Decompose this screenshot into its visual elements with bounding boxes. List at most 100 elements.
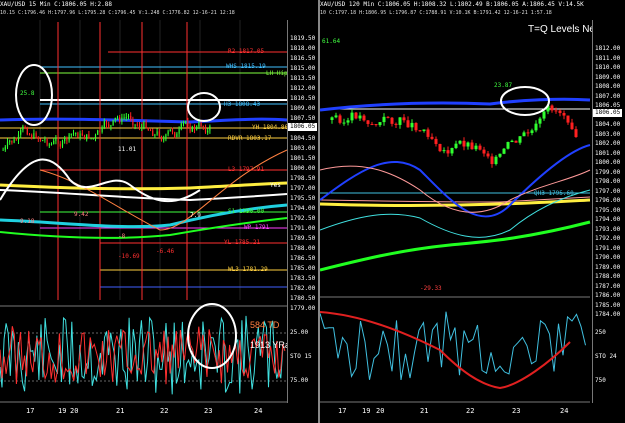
osc-tick: 750 <box>595 377 606 384</box>
price-tick: 1785.00 <box>290 265 316 272</box>
right-chart-subheader: 10 C:1797.18 H:1806.95 L:1796.87 C:1788.… <box>320 10 552 16</box>
date-label: 24 <box>254 407 263 415</box>
price-tick: 1813.50 <box>290 75 316 82</box>
left-chart-header: XAU/USD 15 Min C:1806.05 H:2.88 <box>0 0 318 9</box>
level-wp: WP 1791 <box>244 224 270 231</box>
date-label: 17 <box>338 407 347 415</box>
price-tick: 1782.00 <box>290 285 316 292</box>
osc-tick: 250 <box>595 329 606 336</box>
price-tick: 1780.50 <box>290 295 316 302</box>
level-rdvr: RDVR 1803.17 <box>228 135 272 142</box>
price-tick: 1786.00 <box>595 292 621 299</box>
level-yh: YH 1804.86 <box>252 124 289 131</box>
price-tick: 1807.00 <box>595 92 621 100</box>
right-chart-canvas <box>320 86 591 403</box>
price-tick: 1795.50 <box>290 195 316 202</box>
price-tick: 1785.00 <box>595 301 621 309</box>
price-tick: 1784.00 <box>595 311 621 318</box>
left-chart-canvas <box>0 20 290 403</box>
price-tick: 1802.00 <box>595 140 621 147</box>
price-tick: 1790.00 <box>595 254 621 261</box>
price-tick: 1804.00 <box>595 121 621 128</box>
annotation: 9.18 <box>20 218 35 225</box>
price-tick: 1779.00 <box>290 305 316 312</box>
price-tick: 1811.00 <box>595 54 621 62</box>
price-tick: 1791.00 <box>290 225 316 232</box>
annotation: 25.8 <box>20 90 35 97</box>
level-yl: YL 1785.21 <box>224 239 261 246</box>
date-label: 24 <box>560 407 569 415</box>
annotation: 7.9 <box>190 212 201 219</box>
price-tick: 1796.00 <box>595 197 621 204</box>
level-qh3: QH3 1795.60 <box>534 190 574 197</box>
price-tick: 1819.50 <box>290 35 316 42</box>
price-tick: 1794.00 <box>290 205 316 212</box>
date-label: 19 <box>362 407 371 415</box>
level-h3: H3 1808.43 <box>224 101 261 108</box>
price-tick: 1816.50 <box>290 55 316 62</box>
right-date-axis[interactable]: 17 19 20 21 22 23 24 <box>320 403 592 423</box>
right-price-axis[interactable]: 1812.00 1811.00 1810.00 1809.00 1808.00 1807.… <box>592 20 625 403</box>
left-date-axis[interactable]: 17 19 20 21 22 23 24 <box>0 403 287 423</box>
osc-tick: 25.00 <box>290 329 309 336</box>
annotation: -29.33 <box>420 285 442 292</box>
price-tick: 1786.50 <box>290 255 316 262</box>
level-wl3: WL3 1781.29 <box>228 266 268 273</box>
date-label: 20 <box>70 407 79 415</box>
date-label: 19 <box>58 407 67 415</box>
price-tick: 1792.00 <box>595 235 621 242</box>
price-tick: 1807.50 <box>290 115 316 122</box>
price-tick: 1797.00 <box>290 185 316 192</box>
left-chart-subheader: 10.15 C:1796.46 H:1797.96 L:1795.28 C:17… <box>0 10 235 16</box>
osc-tick: 75.00 <box>290 377 309 384</box>
price-tick: 1801.00 <box>595 149 621 157</box>
price-tick: 1812.00 <box>290 85 316 92</box>
date-label: 22 <box>160 407 169 415</box>
date-label: 20 <box>376 407 385 415</box>
price-tick: 1798.50 <box>290 175 316 182</box>
date-label: 23 <box>512 407 521 415</box>
annotation: 9.42 <box>74 211 89 218</box>
annotation: 11.01 <box>118 146 137 153</box>
price-tick: 1798.00 <box>595 178 621 185</box>
current-price-box: 1806.05 <box>593 109 623 117</box>
osc-td-label: 584 TD <box>250 320 280 330</box>
price-tick: 1788.00 <box>290 245 316 252</box>
price-tick: 1787.00 <box>595 282 621 290</box>
price-tick: 1809.00 <box>595 73 621 81</box>
date-label: 21 <box>116 407 125 415</box>
price-tick: 1799.00 <box>595 168 621 176</box>
price-tick: 1791.00 <box>595 244 621 252</box>
left-price-axis[interactable]: 1819.50 1818.00 1816.50 1815.00 1813.50 1812.… <box>287 20 318 403</box>
annotation: 61.64 <box>322 38 341 45</box>
price-tick: 1783.50 <box>290 275 316 282</box>
level-l3: L3 1797.91 <box>228 166 265 173</box>
level-yes: Yes <box>270 182 281 189</box>
annotation: -6.46 <box>156 248 175 255</box>
right-chart-pane[interactable]: XAU/USD 120 Min C:1806.05 H:1808.32 L:18… <box>320 0 625 423</box>
price-tick: 1808.00 <box>595 83 621 90</box>
price-tick: 1803.00 <box>595 130 621 138</box>
annotation: 23.87 <box>494 82 513 89</box>
left-chart-pane[interactable]: XAU/USD 15 Min C:1806.05 H:2.88 10.15 C:… <box>0 0 318 423</box>
price-tick: 1793.00 <box>595 225 621 233</box>
level-whs: WHS 1815.19 <box>226 63 266 70</box>
price-tick: 1810.50 <box>290 95 316 102</box>
price-tick: 1789.50 <box>290 235 316 242</box>
price-tick: 1797.00 <box>595 187 621 195</box>
price-tick: 1809.00 <box>290 105 316 112</box>
price-tick: 1792.50 <box>290 215 316 222</box>
current-price-box: 1806.05 <box>288 123 318 131</box>
price-tick: 1812.00 <box>595 45 621 52</box>
annotation: -8 <box>118 233 126 240</box>
price-tick: 1789.00 <box>595 263 621 271</box>
price-tick: 1800.00 <box>290 165 316 172</box>
osc-tick: STO 24 <box>595 353 617 360</box>
level-lh: LH Hip <box>266 70 288 77</box>
price-tick: 1815.00 <box>290 65 316 72</box>
date-label: 23 <box>204 407 213 415</box>
price-tick: 1788.00 <box>595 273 621 280</box>
date-label: 21 <box>420 407 429 415</box>
price-tick: 1794.00 <box>595 216 621 223</box>
price-tick: 1801.50 <box>290 155 316 162</box>
